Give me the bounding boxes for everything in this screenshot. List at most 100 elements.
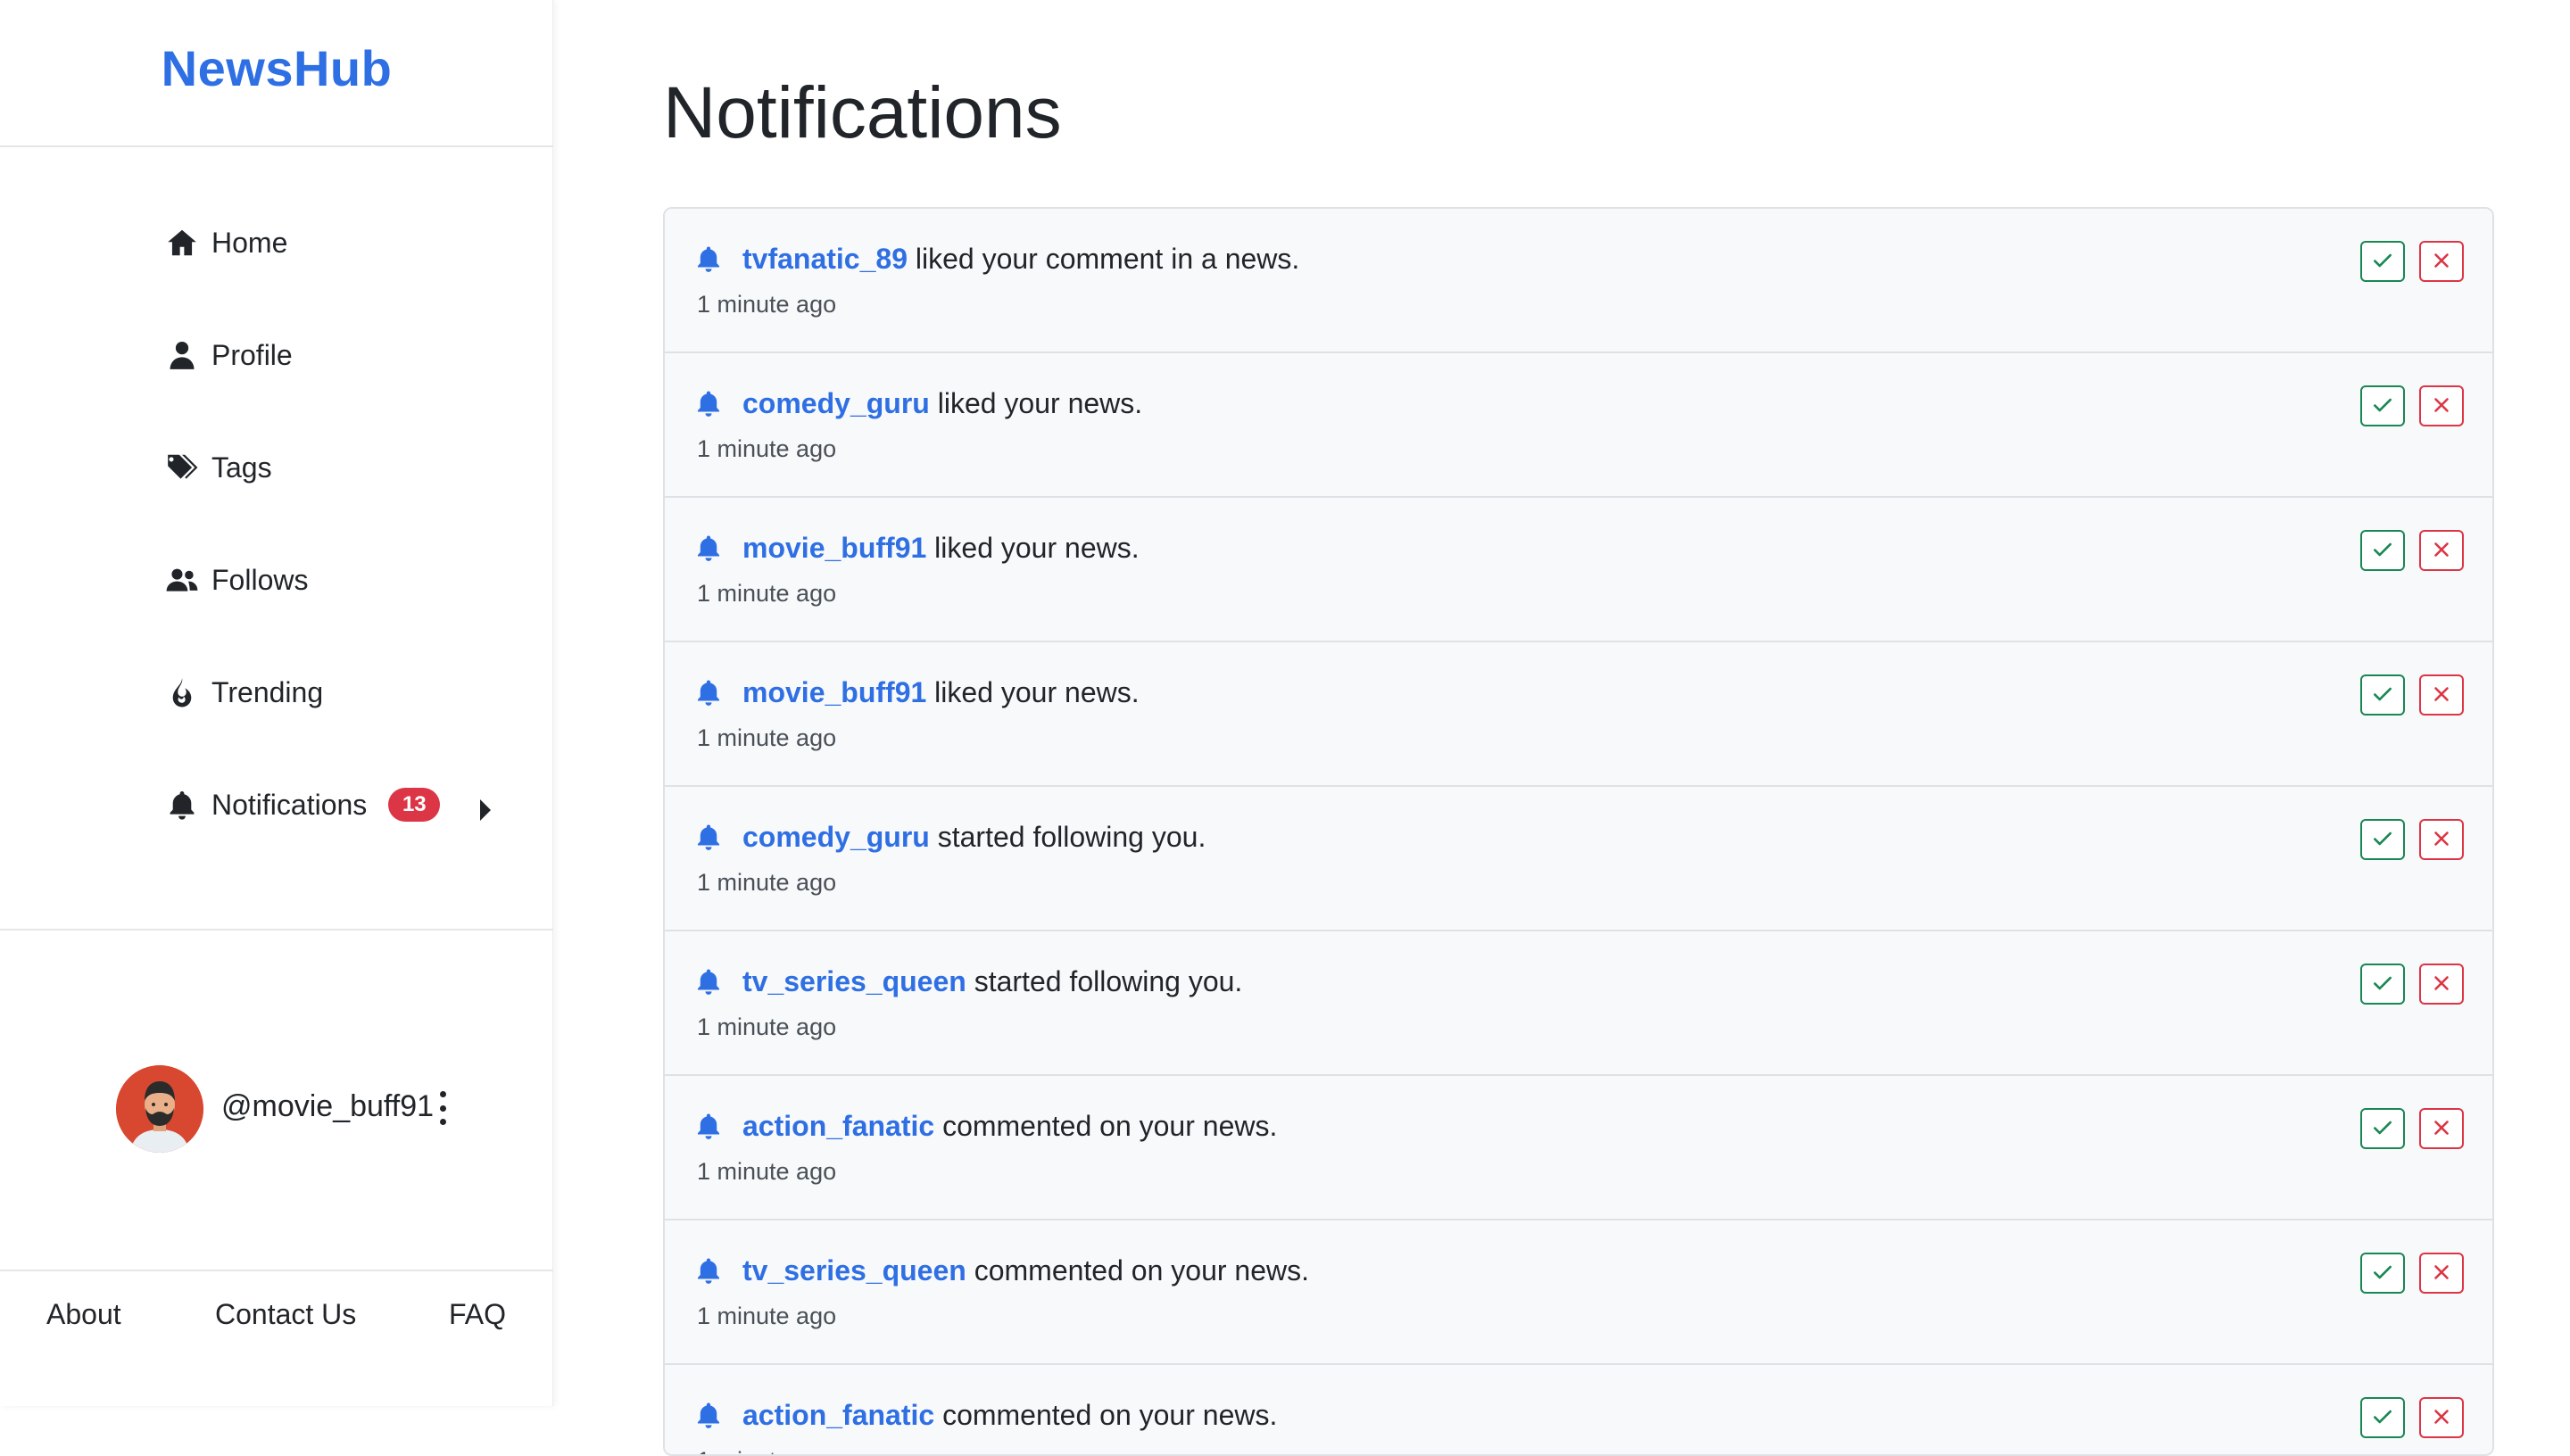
notification-message: tv_series_queen commented on your news. bbox=[742, 1254, 1309, 1287]
notification-list: tvfanatic_89 liked your comment in a new… bbox=[663, 207, 2494, 1456]
close-icon bbox=[2430, 1261, 2453, 1286]
notification-message: comedy_guru started following you. bbox=[742, 821, 1206, 854]
sidebar-item-notifications[interactable]: Notifications 13 bbox=[163, 769, 441, 840]
mark-read-button[interactable] bbox=[2360, 1108, 2405, 1149]
notification-row: comedy_guru started following you. 1 minu… bbox=[665, 787, 2492, 931]
home-icon bbox=[163, 224, 201, 261]
dismiss-button[interactable] bbox=[2419, 674, 2464, 716]
sidebar-footer: About Contact Us FAQ bbox=[0, 1271, 553, 1406]
notification-user-link[interactable]: movie_buff91 bbox=[742, 676, 926, 708]
notification-row: tv_series_queen started following you. 1 … bbox=[665, 931, 2492, 1076]
mark-read-button[interactable] bbox=[2360, 385, 2405, 426]
user-profile-box: @movie_buff91 bbox=[0, 931, 553, 1271]
close-icon bbox=[2430, 393, 2453, 419]
notification-row: action_fanatic commented on your news. 1 … bbox=[665, 1365, 2492, 1454]
caret-right-icon[interactable] bbox=[478, 799, 493, 821]
notification-message: tvfanatic_89 liked your comment in a new… bbox=[742, 243, 1299, 276]
notification-user-link[interactable]: comedy_guru bbox=[742, 387, 930, 419]
contact-us-link[interactable]: Contact Us bbox=[215, 1298, 356, 1331]
page-title: Notifications bbox=[663, 72, 1062, 153]
close-icon bbox=[2430, 249, 2453, 275]
notification-row: tv_series_queen commented on your news. 1… bbox=[665, 1220, 2492, 1365]
dismiss-button[interactable] bbox=[2419, 530, 2464, 571]
dismiss-button[interactable] bbox=[2419, 1253, 2464, 1294]
check-icon bbox=[2371, 827, 2394, 853]
avatar[interactable] bbox=[116, 1065, 203, 1153]
dismiss-button[interactable] bbox=[2419, 385, 2464, 426]
notification-user-link[interactable]: movie_buff91 bbox=[742, 532, 926, 564]
brand-logo-text[interactable]: NewsHub bbox=[162, 39, 393, 97]
notification-time: 1 minute ago bbox=[697, 869, 837, 896]
check-icon bbox=[2371, 972, 2394, 997]
check-icon bbox=[2371, 1405, 2394, 1431]
person-icon bbox=[163, 336, 201, 374]
notification-text: liked your news. bbox=[926, 676, 1140, 708]
sidebar-item-profile[interactable]: Profile bbox=[163, 319, 293, 391]
check-icon bbox=[2371, 393, 2394, 419]
notification-time: 1 minute ago bbox=[697, 435, 837, 462]
notification-row: comedy_guru liked your news. 1 minute ago bbox=[665, 353, 2492, 498]
notification-count-badge: 13 bbox=[388, 788, 441, 822]
mark-read-button[interactable] bbox=[2360, 241, 2405, 282]
sidebar-nav: Home Profile Tags Follows Trending Notif… bbox=[0, 147, 553, 931]
sidebar: NewsHub Home Profile Tags Follows Trendi… bbox=[0, 0, 553, 1406]
close-icon bbox=[2430, 682, 2453, 708]
mark-read-button[interactable] bbox=[2360, 1253, 2405, 1294]
brand: NewsHub bbox=[0, 0, 553, 147]
notification-time: 1 minute ago bbox=[697, 1303, 837, 1329]
dismiss-button[interactable] bbox=[2419, 819, 2464, 860]
notification-text: liked your comment in a news. bbox=[907, 243, 1300, 275]
notification-text: liked your news. bbox=[926, 532, 1140, 564]
mark-read-button[interactable] bbox=[2360, 1397, 2405, 1438]
notification-message: action_fanatic commented on your news. bbox=[742, 1399, 1277, 1432]
notification-time: 1 minute ago bbox=[697, 1013, 837, 1040]
sidebar-item-home[interactable]: Home bbox=[163, 207, 287, 278]
notification-row: movie_buff91 liked your news. 1 minute ag… bbox=[665, 642, 2492, 787]
dismiss-button[interactable] bbox=[2419, 1108, 2464, 1149]
fire-icon bbox=[163, 674, 201, 711]
notification-user-link[interactable]: comedy_guru bbox=[742, 821, 930, 853]
mark-read-button[interactable] bbox=[2360, 530, 2405, 571]
user-handle: @movie_buff91 bbox=[221, 1089, 435, 1123]
notification-user-link[interactable]: action_fanatic bbox=[742, 1110, 934, 1142]
more-options-icon[interactable] bbox=[430, 1086, 455, 1130]
bell-icon bbox=[693, 821, 724, 853]
sidebar-item-tags[interactable]: Tags bbox=[163, 432, 272, 503]
notification-time: 1 minute ago bbox=[697, 1447, 836, 1454]
bell-icon bbox=[693, 532, 724, 564]
about-link[interactable]: About bbox=[46, 1298, 121, 1331]
bell-icon bbox=[693, 387, 724, 419]
mark-read-button[interactable] bbox=[2360, 819, 2405, 860]
notification-time: 1 minute ago bbox=[697, 724, 837, 751]
dismiss-button[interactable] bbox=[2419, 241, 2464, 282]
bell-icon bbox=[693, 965, 724, 997]
dismiss-button[interactable] bbox=[2419, 964, 2464, 1005]
notification-message: movie_buff91 liked your news. bbox=[742, 676, 1140, 709]
mark-read-button[interactable] bbox=[2360, 674, 2405, 716]
sidebar-item-follows[interactable]: Follows bbox=[163, 544, 308, 616]
close-icon bbox=[2430, 538, 2453, 564]
mark-read-button[interactable] bbox=[2360, 964, 2405, 1005]
bell-icon bbox=[693, 1254, 724, 1286]
bell-icon bbox=[693, 1110, 724, 1142]
close-icon bbox=[2430, 1405, 2453, 1431]
dismiss-button[interactable] bbox=[2419, 1397, 2464, 1438]
notification-user-link[interactable]: tvfanatic_89 bbox=[742, 243, 908, 275]
sidebar-item-label: Follows bbox=[211, 563, 309, 596]
notification-row: tvfanatic_89 liked your comment in a new… bbox=[665, 209, 2492, 353]
faq-link[interactable]: FAQ bbox=[449, 1298, 506, 1331]
notification-user-link[interactable]: action_fanatic bbox=[742, 1399, 934, 1431]
sidebar-item-trending[interactable]: Trending bbox=[163, 657, 323, 728]
notification-message: action_fanatic commented on your news. bbox=[742, 1110, 1277, 1143]
check-icon bbox=[2371, 1261, 2394, 1286]
sidebar-item-label: Tags bbox=[211, 451, 272, 484]
check-icon bbox=[2371, 1116, 2394, 1142]
notification-user-link[interactable]: tv_series_queen bbox=[742, 965, 966, 997]
close-icon bbox=[2430, 827, 2453, 853]
sidebar-item-label: Trending bbox=[211, 675, 324, 708]
bell-icon bbox=[693, 1399, 724, 1431]
notification-user-link[interactable]: tv_series_queen bbox=[742, 1254, 966, 1286]
notification-time: 1 minute ago bbox=[697, 1158, 837, 1185]
close-icon bbox=[2430, 972, 2453, 997]
sidebar-item-label: Notifications bbox=[211, 788, 368, 821]
